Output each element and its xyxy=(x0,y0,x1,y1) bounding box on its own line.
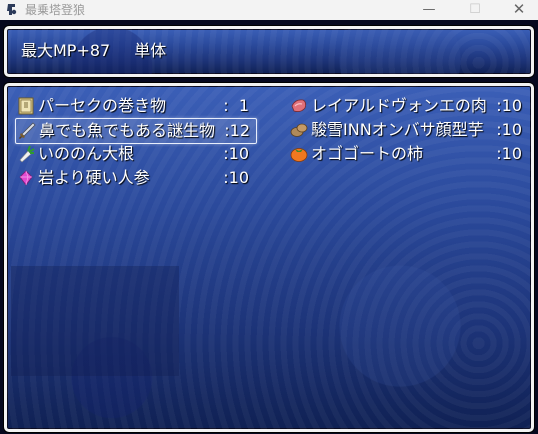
item-row-selected[interactable]: 鼻でも魚でもある謎生物 :12 xyxy=(15,118,257,144)
item-row[interactable]: 駿雪INNオンバサ顔型芋 :10 xyxy=(288,118,528,142)
game-screen: 最大MP+87 単体 パーセクの巻き物 : 1 鼻でも魚でもある謎生物 :12 xyxy=(0,20,538,434)
minimize-button[interactable]: — xyxy=(406,0,452,20)
gem-icon xyxy=(19,170,33,186)
help-effect: 最大MP+87 xyxy=(21,41,111,60)
item-count: : 1 xyxy=(223,96,249,115)
item-row[interactable]: オゴゴートの柿 :10 xyxy=(288,142,528,166)
item-name: 鼻でも魚でもある謎生物 xyxy=(39,121,216,140)
item-name: 駿雪INNオンバサ顔型芋 xyxy=(311,120,484,139)
close-button[interactable]: ✕ xyxy=(496,0,538,20)
window-title: 最乗塔登狼 xyxy=(25,3,86,17)
help-scope: 単体 xyxy=(134,41,167,60)
item-row[interactable]: パーセクの巻き物 : 1 xyxy=(15,94,255,118)
item-row[interactable]: いののん大根 :10 xyxy=(15,142,255,166)
item-count: :10 xyxy=(496,96,522,115)
potato-icon xyxy=(290,123,308,137)
help-text: 最大MP+87 単体 xyxy=(21,40,166,62)
persimmon-icon xyxy=(290,148,308,162)
item-name: いののん大根 xyxy=(38,144,135,163)
item-row[interactable]: レイアルドヴォンエの肉 :10 xyxy=(288,94,528,118)
maximize-button[interactable]: ☐ xyxy=(452,0,498,20)
item-count: :10 xyxy=(496,144,522,163)
item-count: :12 xyxy=(224,121,250,140)
sword-icon xyxy=(19,122,36,139)
item-row[interactable]: 岩より硬い人参 :10 xyxy=(15,166,255,190)
window-title-bar: 最乗塔登狼 — ☐ ✕ xyxy=(0,0,538,20)
help-window: 最大MP+87 単体 xyxy=(4,26,534,77)
item-name: 岩より硬い人参 xyxy=(38,168,150,187)
app-icon xyxy=(7,4,17,15)
item-count: :10 xyxy=(496,120,522,139)
item-list-window: パーセクの巻き物 : 1 鼻でも魚でもある謎生物 :12 いののん大根 :10 xyxy=(4,83,534,432)
item-count: :10 xyxy=(223,144,249,163)
item-count: :10 xyxy=(223,168,249,187)
item-name: パーセクの巻き物 xyxy=(38,96,167,115)
meat-icon xyxy=(291,99,307,112)
item-name: レイアルドヴォンエの肉 xyxy=(311,96,487,115)
background-shadow xyxy=(11,266,179,376)
item-name: オゴゴートの柿 xyxy=(311,144,424,163)
radish-icon xyxy=(19,145,35,163)
scroll-icon xyxy=(18,97,34,115)
